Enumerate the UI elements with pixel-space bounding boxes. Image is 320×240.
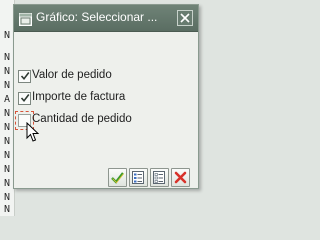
option-label: Importe de factura xyxy=(32,91,126,103)
checkmark-icon xyxy=(20,94,30,103)
background-char: A xyxy=(3,94,11,105)
close-button[interactable] xyxy=(177,10,193,26)
mouse-pointer-icon xyxy=(26,122,40,142)
background-char: N xyxy=(3,80,11,91)
deselect-all-icon xyxy=(153,171,165,184)
checkmark-icon xyxy=(111,172,124,184)
dialog-titlebar[interactable]: Gráfico: Seleccionar ... xyxy=(14,5,198,32)
background-char: N xyxy=(3,204,11,215)
close-icon xyxy=(180,13,190,23)
select-chart-dialog: Gráfico: Seleccionar ... Valor de pedido… xyxy=(13,4,199,189)
checkbox-valor-de-pedido[interactable] xyxy=(18,70,31,83)
confirm-button[interactable] xyxy=(108,168,127,187)
background-char: N xyxy=(3,164,11,175)
window-icon xyxy=(19,11,32,26)
dialog-title: Gráfico: Seleccionar ... xyxy=(36,10,158,24)
checkbox-importe-de-factura[interactable] xyxy=(18,92,31,105)
deselect-all-button[interactable] xyxy=(150,168,169,187)
background-char: N xyxy=(3,136,11,147)
select-all-icon xyxy=(132,171,144,184)
option-importe-de-factura[interactable]: Importe de factura xyxy=(18,91,188,107)
checkmark-icon xyxy=(20,72,30,81)
cancel-button[interactable] xyxy=(171,168,190,187)
background-char: N xyxy=(3,178,11,189)
select-all-button[interactable] xyxy=(129,168,148,187)
background-char: N xyxy=(3,52,11,63)
background-char: N xyxy=(3,122,11,133)
background-char: N xyxy=(3,30,11,41)
option-label: Valor de pedido xyxy=(32,69,112,81)
background-char: N xyxy=(3,150,11,161)
background-char: N xyxy=(3,192,11,203)
background-char: N xyxy=(3,108,11,119)
option-valor-de-pedido[interactable]: Valor de pedido xyxy=(18,69,188,85)
option-cantidad-de-pedido[interactable]: Cantidad de pedido xyxy=(15,111,188,130)
cancel-x-icon xyxy=(174,171,187,184)
background-char: N xyxy=(3,66,11,77)
option-label: Cantidad de pedido xyxy=(32,113,132,125)
